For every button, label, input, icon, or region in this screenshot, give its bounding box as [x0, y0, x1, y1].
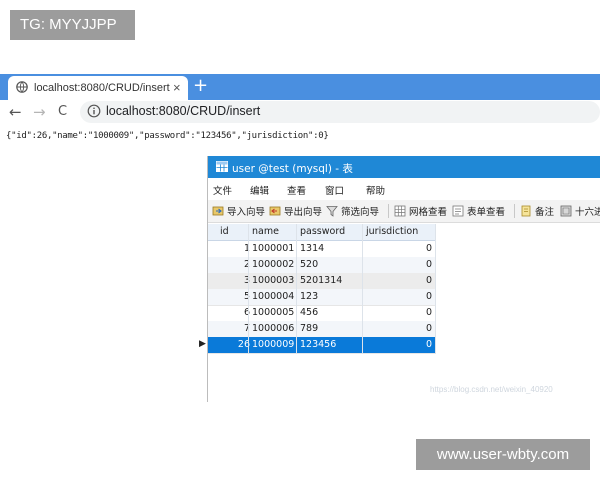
column-header-password[interactable]: password [300, 226, 345, 237]
grid-icon [394, 205, 406, 217]
address-bar: ← → C localhost:8080/CRUD/insert [0, 100, 600, 124]
table-row-selected[interactable]: ▶ 26 1000009 123456 0 [199, 337, 436, 354]
table-icon [216, 161, 228, 172]
window-title-bar: user @test (mysql) - 表 [208, 156, 600, 178]
column-divider [248, 224, 249, 354]
memo-icon [521, 205, 531, 217]
top-left-tag: TG: MYYJJPP [10, 10, 135, 40]
bottom-right-tag: www.user-wbty.com [416, 439, 590, 470]
column-divider [362, 224, 363, 354]
table-row[interactable]: 1 1000001 1314 0 [208, 241, 436, 258]
import-wizard-button[interactable]: 导入向导 [212, 203, 265, 219]
memo-button[interactable]: 备注 [520, 203, 554, 219]
reload-button[interactable]: C [58, 103, 67, 121]
globe-icon [16, 81, 28, 93]
current-row-marker: ▶ [199, 339, 206, 349]
hex-button[interactable]: 十六进 [560, 203, 600, 219]
table-row[interactable]: 2 1000002 520 0 [208, 257, 436, 274]
toolbar-separator [388, 204, 389, 218]
import-icon [212, 206, 224, 216]
hex-icon [560, 205, 572, 217]
column-divider [435, 224, 436, 354]
tab-close-icon[interactable]: × [173, 80, 181, 95]
grid-header: id name password jurisdiction [208, 224, 436, 241]
filter-icon [326, 206, 338, 217]
grid-view-button[interactable]: 网格查看 [394, 203, 447, 219]
back-button[interactable]: ← [9, 103, 22, 121]
browser-tab[interactable]: localhost:8080/CRUD/insert × [8, 76, 188, 100]
browser-tab-bar: localhost:8080/CRUD/insert × + [0, 74, 600, 100]
menu-file[interactable]: 文件 [213, 183, 232, 197]
menu-bar: 文件 编辑 查看 窗口 帮助 [208, 180, 600, 198]
menu-help[interactable]: 帮助 [366, 183, 385, 197]
json-response: {"id":26,"name":"1000009","password":"12… [6, 131, 329, 141]
window-title: user @test (mysql) - 表 [232, 163, 353, 175]
column-header-jurisdiction[interactable]: jurisdiction [366, 226, 418, 237]
faint-watermark: https://blog.csdn.net/weixin_40920 [430, 385, 553, 394]
form-view-button[interactable]: 表单查看 [452, 203, 505, 219]
table-row[interactable]: 7 1000006 789 0 [208, 321, 436, 338]
menu-view[interactable]: 查看 [287, 183, 306, 197]
table-row[interactable]: 3 1000003 5201314 0 [208, 273, 436, 290]
tab-title: localhost:8080/CRUD/insert [34, 82, 170, 94]
navicat-window: user @test (mysql) - 表 文件 编辑 查看 窗口 帮助 导入… [199, 156, 600, 402]
filter-wizard-button[interactable]: 筛选向导 [326, 203, 379, 219]
info-icon[interactable] [87, 104, 101, 118]
export-wizard-button[interactable]: 导出向导 [269, 203, 322, 219]
column-header-id[interactable]: id [220, 226, 229, 237]
menu-edit[interactable]: 编辑 [250, 183, 269, 197]
new-tab-button[interactable]: + [193, 74, 208, 98]
menu-window[interactable]: 窗口 [325, 183, 344, 197]
url-box[interactable]: localhost:8080/CRUD/insert [80, 101, 600, 123]
column-header-name[interactable]: name [252, 226, 279, 237]
column-divider [296, 224, 297, 354]
toolbar: 导入向导 导出向导 筛选向导 网格查看 表单查看 备注 十六进 [208, 200, 600, 223]
form-icon [452, 205, 464, 217]
table-row[interactable]: 6 1000005 456 0 [208, 305, 436, 322]
toolbar-separator [514, 204, 515, 218]
url-text: localhost:8080/CRUD/insert [106, 104, 261, 118]
export-icon [269, 206, 281, 216]
table-row[interactable]: 5 1000004 123 0 [208, 289, 436, 306]
forward-button[interactable]: → [33, 103, 46, 121]
